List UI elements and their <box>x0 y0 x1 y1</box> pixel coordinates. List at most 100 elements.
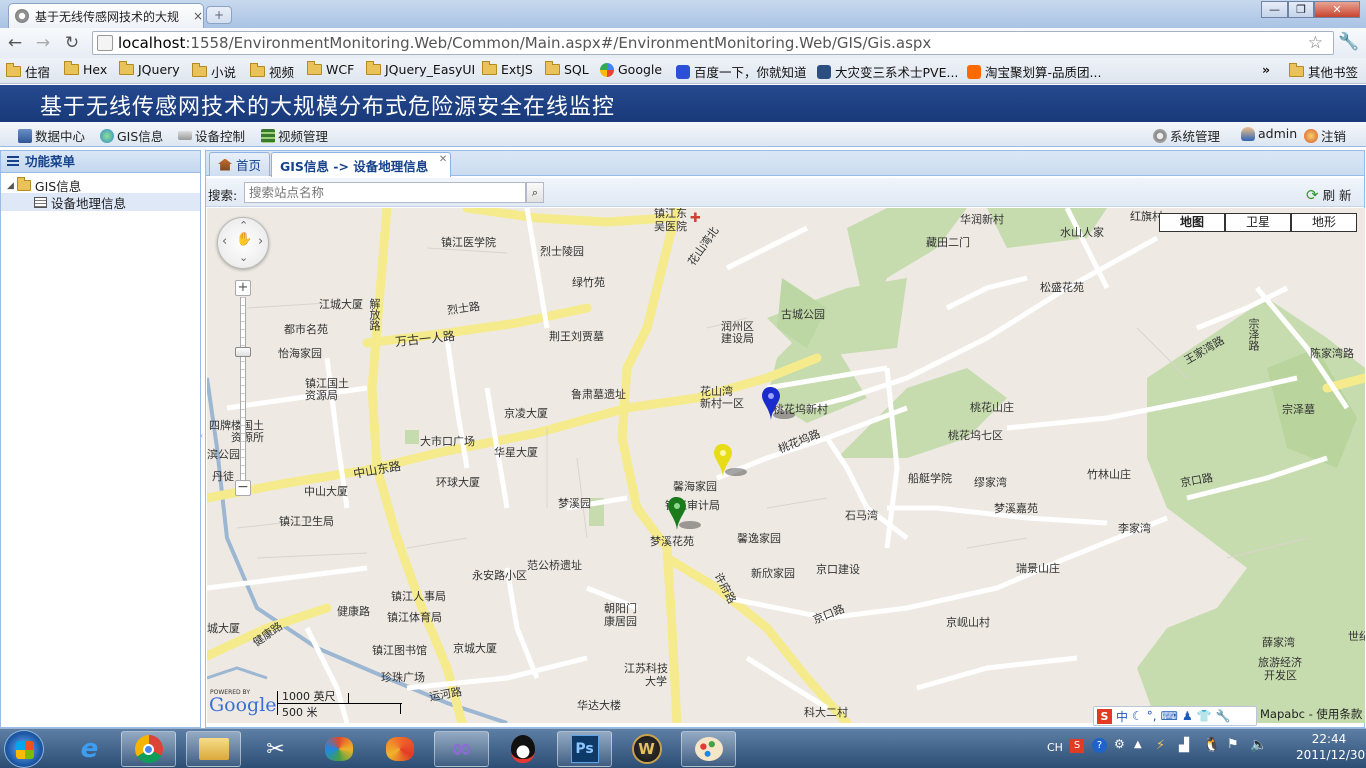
map-type-satellite-button[interactable]: 卫星 <box>1225 213 1291 232</box>
map-label: 宗泽墓 <box>1282 403 1315 416</box>
menu-video-management[interactable]: 视频管理 <box>261 126 328 145</box>
bookmark-item[interactable]: JQuery_EasyUI <box>366 61 475 77</box>
bookmark-item[interactable]: 住宿 <box>6 62 50 81</box>
tools-taskbar-icon[interactable]: ✂ <box>248 731 303 767</box>
start-button-icon[interactable] <box>4 730 44 768</box>
menu-device-control[interactable]: 设备控制 <box>178 126 245 145</box>
tray-help-icon[interactable]: ? <box>1092 738 1107 753</box>
tray-ime-icon[interactable]: S <box>1070 739 1084 753</box>
zoom-out-button[interactable]: − <box>235 480 251 496</box>
map-label: 世纪 <box>1348 630 1365 643</box>
sogou-ime-icon[interactable]: S <box>1097 708 1112 724</box>
zoom-slider-handle[interactable] <box>235 347 251 357</box>
map-label: 镇江图书馆 <box>372 644 427 657</box>
google-logo[interactable]: Google <box>209 694 277 716</box>
bookmark-item[interactable]: SQL <box>545 61 589 77</box>
bookmark-item[interactable]: 小说 <box>192 62 236 81</box>
paint-taskbar-icon[interactable] <box>681 731 736 767</box>
ime-wrench-icon[interactable]: 🔧 <box>1216 709 1231 723</box>
gis-map[interactable]: 镇江东 吴医院 ✚ 华润新村 水山人家 红旗村 镇江医学院 烈士陵园 藏田二门 … <box>207 208 1365 723</box>
minimize-button[interactable]: — <box>1261 1 1288 18</box>
wrench-menu-icon[interactable]: 🔧 <box>1338 32 1359 52</box>
ime-punct-icon[interactable]: °, <box>1147 709 1157 723</box>
tree-node-device-geo-info[interactable]: 设备地理信息 <box>1 193 200 211</box>
collapse-panel-handle[interactable]: ‹ <box>200 431 203 451</box>
logout-link[interactable]: 注销 <box>1304 126 1346 145</box>
system-admin-link[interactable]: 系统管理 <box>1153 126 1220 145</box>
bookmark-item[interactable]: Hex <box>64 61 107 77</box>
app-taskbar-icon[interactable] <box>311 731 366 767</box>
ime-keyboard-icon[interactable]: ⌨ <box>1161 709 1178 723</box>
bookmark-item[interactable]: 百度一下，你就知道 <box>676 62 807 81</box>
visual-studio-taskbar-icon[interactable]: ∞ <box>434 731 489 767</box>
close-window-button[interactable]: ✕ <box>1314 1 1360 18</box>
pan-up-icon[interactable]: ⌃ <box>239 219 248 232</box>
map-type-terrain-button[interactable]: 地形 <box>1291 213 1357 232</box>
tray-volume-icon[interactable]: 🔈 <box>1250 737 1267 753</box>
tray-signal-icon[interactable]: ▟ <box>1179 738 1189 753</box>
close-tab-icon[interactable]: × <box>193 9 203 23</box>
ime-moon-icon[interactable]: ☾ <box>1132 709 1143 723</box>
bookmark-item[interactable]: 淘宝聚划算-品质团... <box>967 62 1101 81</box>
new-tab-button[interactable]: + <box>206 6 232 24</box>
station-marker-green[interactable] <box>668 497 701 531</box>
pan-right-icon[interactable]: › <box>258 234 263 249</box>
refresh-button[interactable]: ⟳ 刷 新 <box>1306 185 1352 204</box>
station-marker-yellow[interactable] <box>714 444 747 478</box>
search-icon[interactable]: ⌕ <box>526 182 544 203</box>
ime-shirt-icon[interactable]: 👕 <box>1197 709 1212 723</box>
qq-taskbar-icon[interactable] <box>495 731 550 767</box>
tray-network-icon[interactable]: ⚡ <box>1156 738 1165 753</box>
other-bookmarks[interactable]: 其他书签 <box>1289 62 1358 81</box>
maximize-button[interactable]: ❐ <box>1288 1 1314 18</box>
address-bar[interactable]: localhost:1558/EnvironmentMonitoring.Web… <box>92 31 1334 55</box>
close-tab-icon[interactable]: ✕ <box>439 154 447 165</box>
pan-down-icon[interactable]: ⌄ <box>239 251 248 264</box>
bookmark-item[interactable]: ExtJS <box>482 61 533 77</box>
menu-data-center[interactable]: 数据中心 <box>18 126 85 145</box>
map-label: 京凌大厦 <box>504 407 548 420</box>
bookmark-item[interactable]: Google <box>600 62 662 77</box>
user-link[interactable]: admin <box>1241 126 1297 141</box>
tray-qq-icon[interactable]: 🐧 <box>1203 737 1220 753</box>
bookmark-item[interactable]: WCF <box>307 61 354 77</box>
photoshop-taskbar-icon[interactable]: Ps <box>557 731 612 767</box>
pan-left-icon[interactable]: ‹ <box>222 234 227 249</box>
bookmark-item[interactable]: 视频 <box>250 62 294 81</box>
tab-gis-device-geo-info[interactable]: GIS信息 -> 设备地理信息 ✕ <box>271 152 452 177</box>
ime-toolbar[interactable]: S 中 ☾ °, ⌨ ♟ 👕 🔧 <box>1093 706 1257 726</box>
map-label: 桃花山庄 <box>970 401 1014 414</box>
ie-taskbar-icon[interactable]: e <box>62 731 117 767</box>
tab-home[interactable]: 首页 <box>209 152 271 176</box>
map-label: 怡海家园 <box>278 347 322 360</box>
ime-user-icon[interactable]: ♟ <box>1182 709 1193 723</box>
station-search-input[interactable]: 搜索站点名称 <box>244 182 526 203</box>
zoom-slider-track[interactable] <box>240 297 246 485</box>
bookmarks-overflow-chevron-icon[interactable]: » <box>1262 62 1270 77</box>
bookmark-item[interactable]: 大灾变三系术士PVE... <box>817 62 958 81</box>
tray-expand-icon[interactable]: ▲ <box>1134 739 1142 750</box>
tray-settings-icon[interactable]: ⚙ <box>1114 737 1125 751</box>
map-attribution[interactable]: Mapabc - 使用条款 <box>1260 706 1362 722</box>
browser-tab-active[interactable]: 基于无线传感网技术的大规 × <box>8 3 204 28</box>
reload-icon[interactable]: ↻ <box>61 33 83 53</box>
zoom-in-button[interactable]: + <box>235 280 251 296</box>
forward-arrow-icon[interactable]: → <box>32 33 54 53</box>
language-indicator[interactable]: CH <box>1047 741 1063 754</box>
bookmark-star-icon[interactable]: ☆ <box>1308 33 1323 53</box>
back-arrow-icon[interactable]: ← <box>4 33 26 53</box>
map-type-map-button[interactable]: 地图 <box>1159 213 1225 232</box>
menu-gis-info[interactable]: GIS信息 <box>100 126 163 145</box>
app2-taskbar-icon[interactable] <box>372 731 427 767</box>
wow-taskbar-icon[interactable]: W <box>619 731 674 767</box>
tree-collapse-icon[interactable]: ◢ <box>7 181 14 191</box>
chrome-taskbar-icon[interactable] <box>121 731 176 767</box>
bookmark-item[interactable]: JQuery <box>119 61 180 77</box>
explorer-taskbar-icon[interactable] <box>186 731 241 767</box>
station-marker-blue[interactable] <box>762 387 795 421</box>
list-menu-icon <box>7 156 19 167</box>
tray-flag-icon[interactable]: ⚑ <box>1227 737 1239 752</box>
system-clock[interactable]: 22:44 2011/12/30 <box>1296 731 1365 763</box>
map-pan-control[interactable]: ⌃ ⌄ ‹ › ✋ <box>217 217 269 269</box>
ime-chinese-mode-icon[interactable]: 中 <box>1116 708 1128 725</box>
